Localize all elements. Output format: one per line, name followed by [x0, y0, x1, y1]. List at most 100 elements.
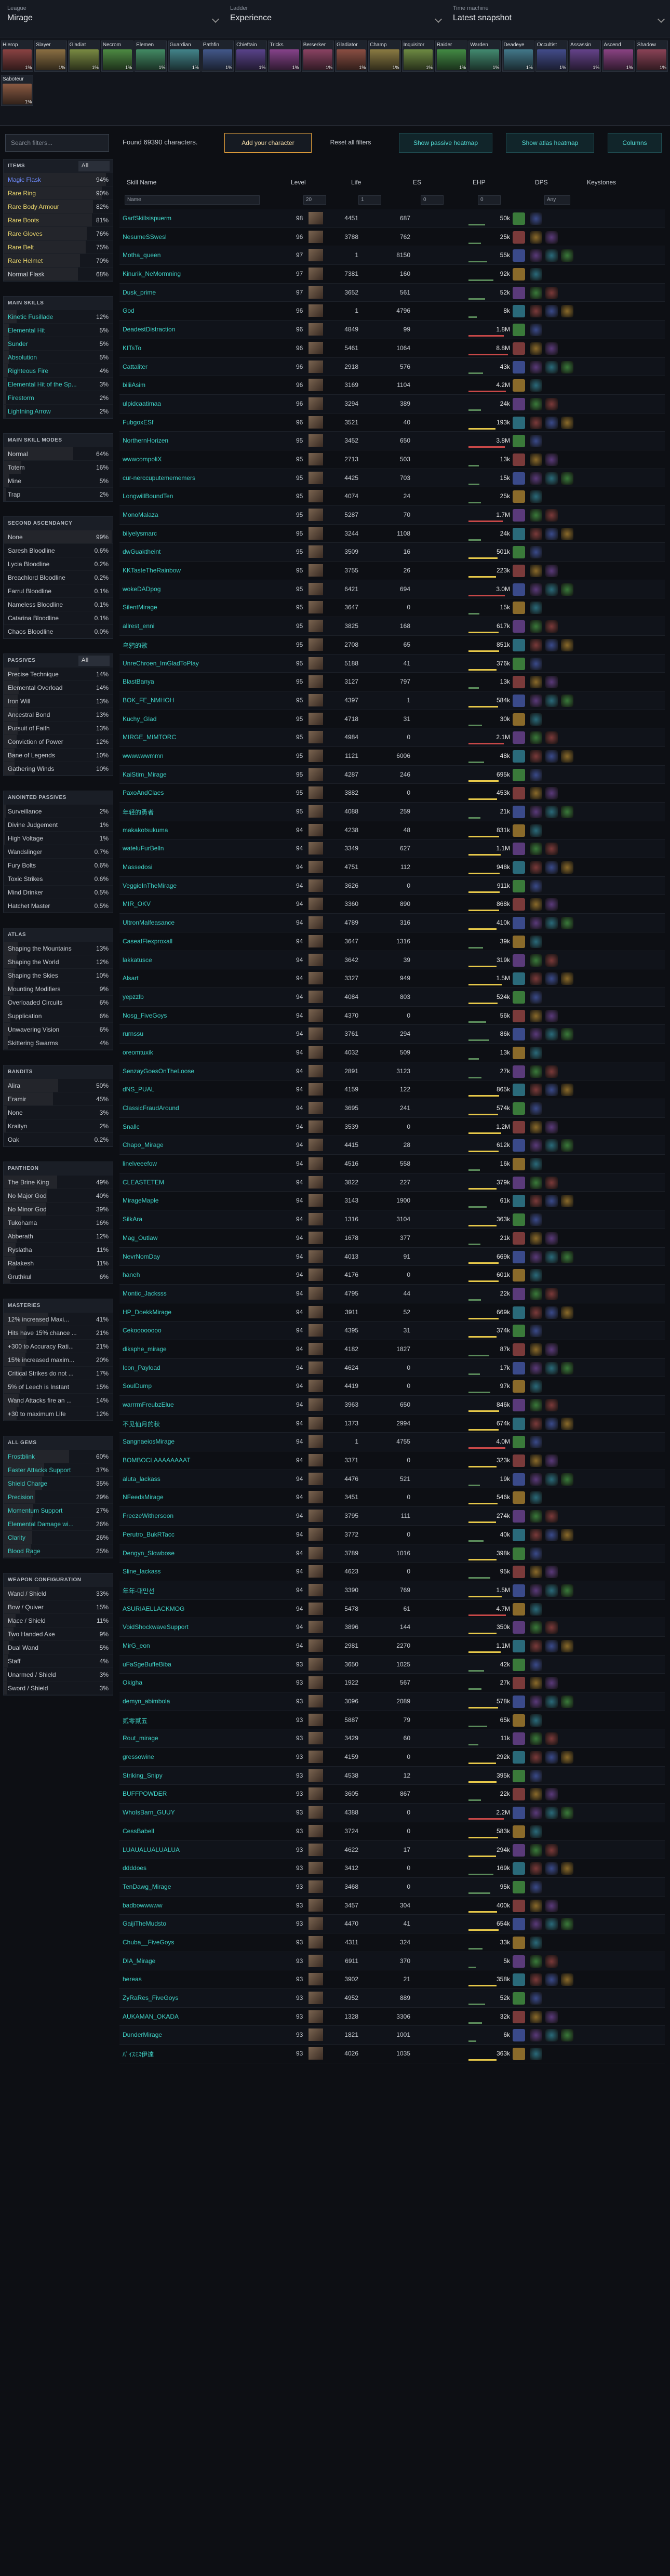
filter-row[interactable]: Critical Strikes do not ... 17%: [4, 1367, 113, 1380]
class-tile[interactable]: Shadow 1%: [635, 41, 668, 72]
character-name[interactable]: God: [123, 307, 278, 314]
keystone-icon[interactable]: [561, 1918, 573, 1931]
class-tile[interactable]: Berserker 1%: [301, 41, 334, 72]
class-tile[interactable]: Pathfin 1%: [201, 41, 234, 72]
character-name[interactable]: diksphe_mirage: [123, 1345, 278, 1353]
character-name[interactable]: Chapo_Mirage: [123, 1141, 278, 1149]
character-row[interactable]: rurnssu 94 3761 294 86k: [119, 1025, 665, 1044]
col-header-name[interactable]: Skill Name: [127, 179, 156, 186]
filter-row[interactable]: Alira 50%: [4, 1079, 113, 1092]
character-row[interactable]: TenDawg_Mirage 93 3468 0 95k: [119, 1877, 665, 1897]
filter-row[interactable]: Catarina Bloodline 0.1%: [4, 611, 113, 625]
character-name[interactable]: wateluFurBelln: [123, 845, 278, 852]
keystone-icon[interactable]: [561, 583, 573, 596]
class-tile[interactable]: Guardian 1%: [168, 41, 200, 72]
keystone-icon[interactable]: [545, 527, 558, 540]
keystone-icon[interactable]: [561, 1250, 573, 1263]
character-row[interactable]: CessBabell 93 3724 0 583k: [119, 1822, 665, 1841]
character-name[interactable]: Icon_Payload: [123, 1364, 278, 1371]
keystone-icon[interactable]: [530, 416, 542, 429]
filter-row[interactable]: Iron Will 13%: [4, 695, 113, 708]
filter-row[interactable]: Dual Wand 5%: [4, 1641, 113, 1654]
keystone-icon[interactable]: [545, 1807, 558, 1820]
character-name[interactable]: SenzayGoesOnTheLoose: [123, 1067, 278, 1075]
keystone-icon[interactable]: [545, 397, 558, 410]
character-row[interactable]: uFaSgeBuffeBiba 93 3650 1025 42k: [119, 1655, 665, 1674]
character-row[interactable]: wwwwwwmmn 95 1121 6006 48k: [119, 747, 665, 766]
keystone-icon[interactable]: [530, 1065, 542, 1078]
filter-row[interactable]: Rare Belt 75%: [4, 241, 113, 254]
keystone-icon[interactable]: [530, 1621, 542, 1634]
character-name[interactable]: MIR_OKV: [123, 900, 278, 907]
class-tile[interactable]: Raider 1%: [435, 41, 468, 72]
character-name[interactable]: LUAUALUALUALUA: [123, 1846, 278, 1853]
time-machine-select[interactable]: Time machine Latest snapshot: [453, 5, 666, 32]
keystone-icon[interactable]: [545, 583, 558, 596]
keystone-icon[interactable]: [530, 1491, 542, 1504]
keystone-icon[interactable]: [530, 806, 542, 818]
keystone-icon[interactable]: [545, 731, 558, 744]
filter-row[interactable]: Normal Flask 68%: [4, 268, 113, 281]
character-name[interactable]: MirageMaple: [123, 1197, 278, 1204]
filter-row[interactable]: Chaos Bloodline 0.0%: [4, 625, 113, 638]
character-row[interactable]: Kinurik_NeMormning 97 7381 160 92k: [119, 265, 665, 284]
class-tile[interactable]: Inquisitor 1%: [401, 41, 434, 72]
keystone-icon[interactable]: [545, 806, 558, 818]
character-row[interactable]: NorthernHorizen 95 3452 650 3.8M: [119, 432, 665, 450]
keystone-icon[interactable]: [545, 750, 558, 763]
filter-row[interactable]: 15% increased maxim... 20%: [4, 1353, 113, 1367]
keystone-icon[interactable]: [530, 768, 542, 781]
keystone-icon[interactable]: [561, 750, 573, 763]
character-name[interactable]: SoulDump: [123, 1382, 278, 1390]
character-name[interactable]: Cekoooooooo: [123, 1327, 278, 1334]
filter-row[interactable]: Mounting Modifiers 9%: [4, 982, 113, 996]
character-name[interactable]: SangnaeiosMirage: [123, 1438, 278, 1445]
character-row[interactable]: Nosg_FiveGoys 94 4370 0 56k: [119, 1007, 665, 1025]
keystone-icon[interactable]: [561, 972, 573, 985]
character-row[interactable]: 贰零贰五 93 5887 79 65k: [119, 1711, 665, 1730]
columns-button[interactable]: Columns: [608, 133, 662, 153]
character-row[interactable]: Icon_Payload 94 4624 0 17k: [119, 1358, 665, 1378]
character-row[interactable]: ﾊﾟｲｽﾐｽ伊達 93 4026 1035 363k: [119, 2045, 665, 2063]
keystone-icon[interactable]: [530, 1880, 542, 1893]
filter-row[interactable]: Lycia Bloodline 0.2%: [4, 557, 113, 571]
keystone-icon[interactable]: [530, 212, 542, 225]
filter-row[interactable]: Surveillance 2%: [4, 805, 113, 818]
character-name[interactable]: rurnssu: [123, 1030, 278, 1037]
character-name[interactable]: wokeDADpog: [123, 585, 278, 593]
col-header-dps[interactable]: DPS: [535, 179, 548, 186]
filter-row[interactable]: Bow / Quiver 15%: [4, 1600, 113, 1614]
keystone-icon[interactable]: [545, 787, 558, 800]
keystone-icon[interactable]: [561, 861, 573, 874]
filter-row[interactable]: Wand / Shield 33%: [4, 1587, 113, 1600]
keystone-icon[interactable]: [530, 1862, 542, 1875]
keystone-icon[interactable]: [530, 1955, 542, 1968]
keystone-icon[interactable]: [545, 1973, 558, 1986]
character-name[interactable]: hereas: [123, 1976, 278, 1983]
keystone-icon[interactable]: [561, 1473, 573, 1486]
character-name[interactable]: KITsTo: [123, 344, 278, 352]
panel-select[interactable]: All: [78, 656, 110, 666]
keystone-icon[interactable]: [530, 898, 542, 911]
keystone-icon[interactable]: [545, 1065, 558, 1078]
character-row[interactable]: gressowine 93 4159 0 292k: [119, 1748, 665, 1767]
keystone-icon[interactable]: [545, 361, 558, 373]
filter-row[interactable]: +30 to maximum Life 12%: [4, 1407, 113, 1421]
character-name[interactable]: Motha_queen: [123, 251, 278, 259]
keystone-icon[interactable]: [545, 917, 558, 930]
character-name[interactable]: BlastBanya: [123, 678, 278, 685]
character-name[interactable]: wwwwwwmmn: [123, 752, 278, 759]
keystone-icon[interactable]: [530, 1306, 542, 1319]
keystone-icon[interactable]: [530, 286, 542, 299]
filter-row[interactable]: No Minor God 39%: [4, 1203, 113, 1216]
keystone-icon[interactable]: [530, 824, 542, 837]
keystone-icon[interactable]: [530, 1547, 542, 1560]
filter-row[interactable]: Saresh Bloodline 0.6%: [4, 544, 113, 557]
keystone-icon[interactable]: [530, 435, 542, 448]
character-row[interactable]: wwwcompoliX 95 2713 503 13k: [119, 450, 665, 469]
character-row[interactable]: VoidShockwaveSupport 94 3896 144 350k: [119, 1618, 665, 1637]
character-name[interactable]: WhoIsBarn_GUUY: [123, 1809, 278, 1816]
character-row[interactable]: PaxoAndClaes 95 3882 0 453k: [119, 784, 665, 803]
character-row[interactable]: Dengyn_Slowbose 94 3789 1016 398k: [119, 1544, 665, 1563]
keystone-icon[interactable]: [530, 324, 542, 337]
